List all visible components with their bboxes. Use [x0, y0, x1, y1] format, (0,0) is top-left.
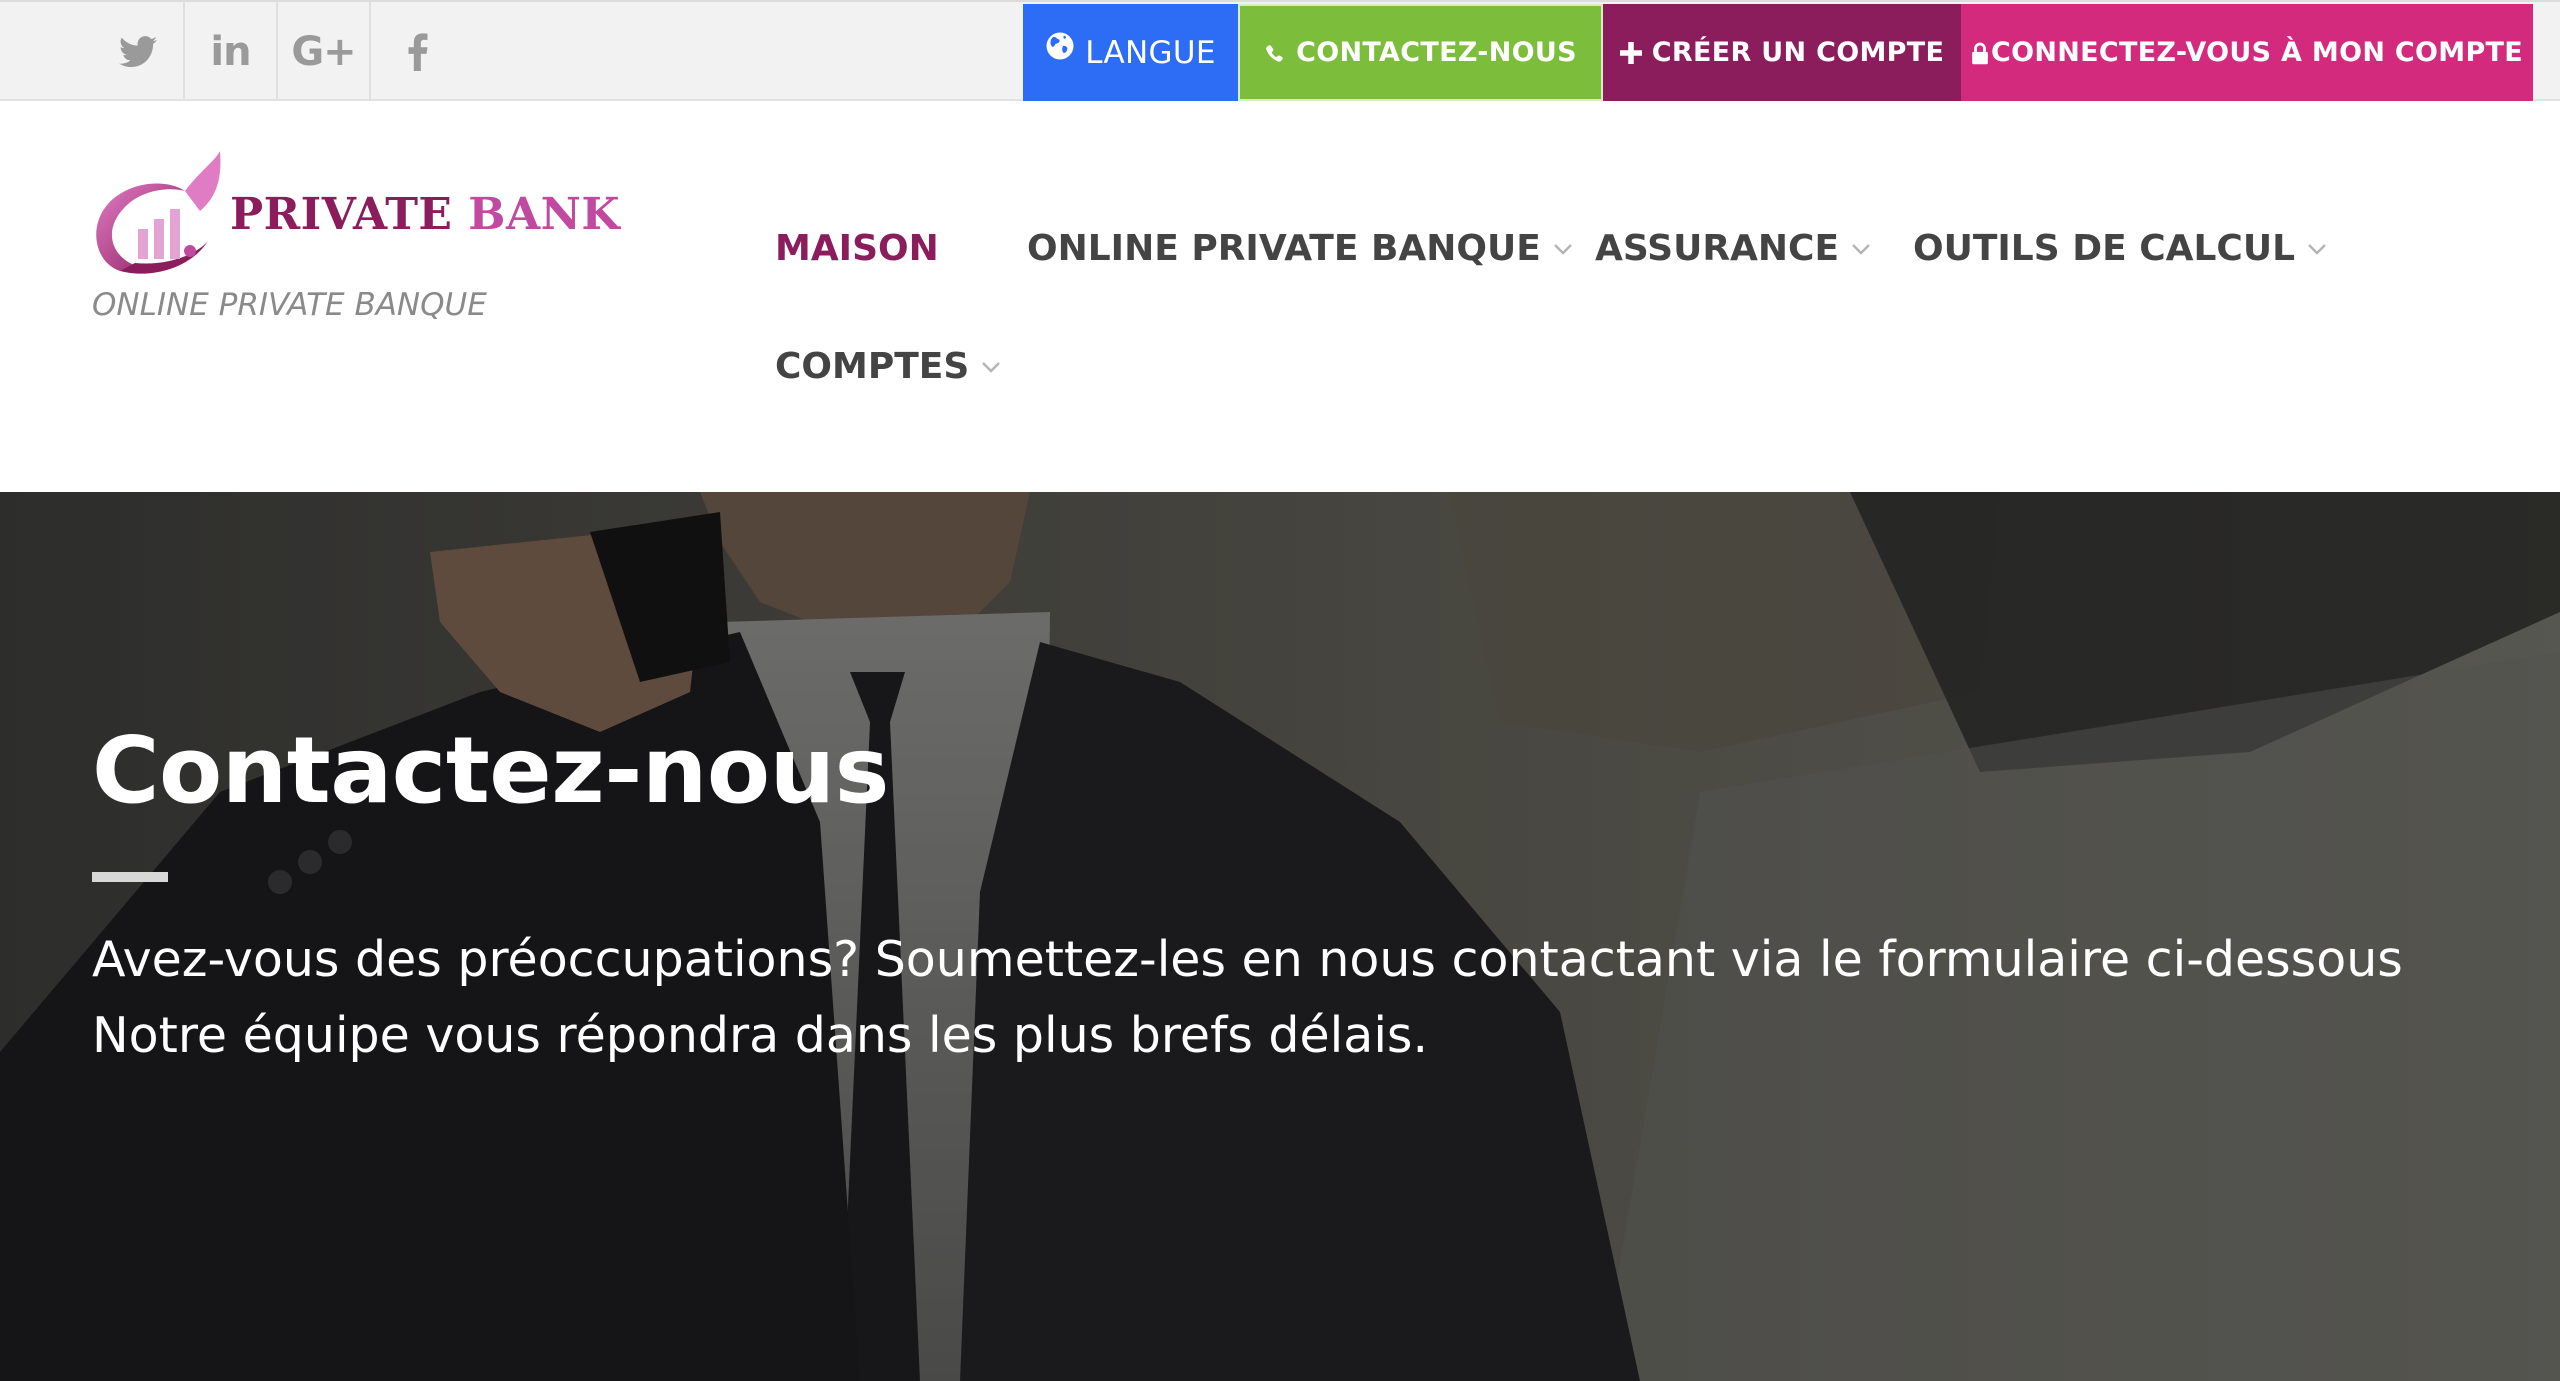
- chevron-down-icon: [1553, 243, 1572, 255]
- social-links: in G+: [92, 2, 464, 101]
- nav-item-assurance[interactable]: ASSURANCE: [1595, 228, 1871, 269]
- login-label: CONNECTEZ-VOUS À MON COMPTE: [1990, 37, 2524, 68]
- nav-label: MAISON: [775, 228, 939, 269]
- nav-item-comptes[interactable]: COMPTES: [775, 346, 1001, 387]
- chevron-down-icon: [1852, 243, 1870, 255]
- google-plus-icon: G+: [291, 28, 356, 75]
- facebook-icon: [408, 32, 427, 71]
- hero-line-2: Notre équipe vous répondra dans les plus…: [92, 1007, 1429, 1064]
- contact-label: CONTACTEZ-NOUS: [1296, 37, 1577, 68]
- linkedin-link[interactable]: in: [185, 2, 278, 101]
- hero-description: Avez-vous des préoccupations? Soumettez-…: [92, 922, 2512, 1074]
- nav-label: ASSURANCE: [1595, 228, 1840, 269]
- top-bar: in G+ LANGUE CONTACTEZ-NOUS CRÉER UN COM…: [0, 0, 2560, 101]
- nav-label: ONLINE PRIVATE BANQUE: [1027, 228, 1541, 269]
- nav-label: OUTILS DE CALCUL: [1913, 228, 2296, 269]
- logo-word-private: PRIVATE: [230, 189, 453, 240]
- create-account-label: CRÉER UN COMPTE: [1651, 37, 1945, 68]
- globe-icon: [1046, 32, 1074, 59]
- contact-button[interactable]: CONTACTEZ-NOUS: [1238, 4, 1603, 101]
- linkedin-icon: in: [210, 28, 251, 75]
- nav-item-maison[interactable]: MAISON: [775, 228, 939, 269]
- logo-tagline: ONLINE PRIVATE BANQUE: [92, 287, 487, 323]
- language-button[interactable]: LANGUE: [1023, 4, 1238, 101]
- logo-mark-icon: [96, 151, 221, 274]
- hero-banner: Contactez-nous Avez-vous des préoccupati…: [0, 492, 2560, 1381]
- twitter-icon: [118, 35, 157, 67]
- facebook-link[interactable]: [371, 2, 464, 101]
- lock-icon: [1972, 42, 1988, 64]
- nav-item-outils-de-calcul[interactable]: OUTILS DE CALCUL: [1913, 228, 2327, 269]
- twitter-link[interactable]: [92, 2, 185, 101]
- logo-text: PRIVATE BANK: [230, 189, 620, 240]
- page-title: Contactez-nous: [92, 717, 889, 824]
- logo-word-bank: BANK: [468, 189, 621, 240]
- create-account-button[interactable]: CRÉER UN COMPTE: [1603, 4, 1961, 101]
- site-header: PRIVATE BANK ONLINE PRIVATE BANQUE MAISO…: [0, 101, 2560, 492]
- google-plus-link[interactable]: G+: [278, 2, 371, 101]
- nav-item-online-private-banque[interactable]: ONLINE PRIVATE BANQUE: [1027, 228, 1573, 269]
- logo[interactable]: PRIVATE BANK: [90, 151, 620, 281]
- title-divider: [92, 872, 168, 882]
- login-button[interactable]: CONNECTEZ-VOUS À MON COMPTE: [1961, 4, 2533, 101]
- nav-label: COMPTES: [775, 346, 970, 387]
- chevron-down-icon: [2308, 243, 2326, 255]
- phone-icon: [1266, 44, 1283, 62]
- chevron-down-icon: [982, 361, 1001, 373]
- language-label: LANGUE: [1085, 34, 1216, 71]
- plus-icon: [1619, 41, 1642, 64]
- hero-line-1: Avez-vous des préoccupations? Soumettez-…: [92, 931, 2403, 988]
